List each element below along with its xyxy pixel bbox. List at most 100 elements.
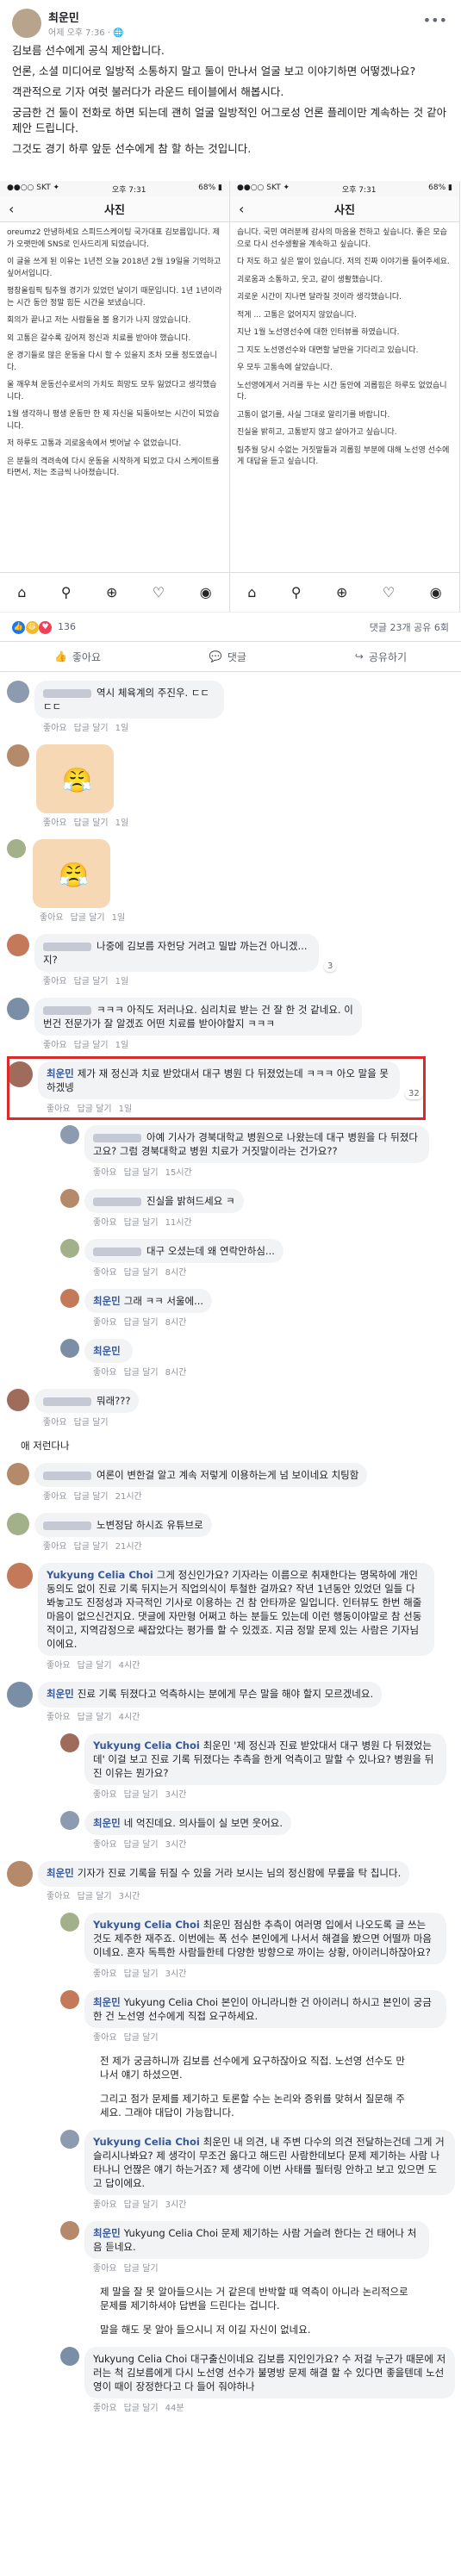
commenter-avatar[interactable] (60, 1289, 79, 1308)
commenter-name[interactable]: 최운민 (93, 1996, 121, 2008)
commenter-avatar[interactable] (60, 2347, 79, 2366)
commenter-avatar[interactable] (60, 1339, 79, 1358)
comment-reply-link[interactable]: 답글 달기 (124, 1368, 159, 1378)
heart-icon[interactable]: ♡ (383, 584, 395, 600)
commenter-avatar[interactable] (7, 681, 29, 703)
comment-reply-link[interactable]: 답글 달기 (78, 1661, 112, 1671)
comment-like-link[interactable]: 좋아요 (43, 818, 67, 828)
comment-bubble[interactable]: ㅋㅋㅋ 아직도 저러나요. 심리치료 받는 건 잘 한 것 같네요. 이번건 전… (34, 998, 362, 1036)
comment-bubble[interactable]: 최운민 그래 ㅋㅋ 서울에... (84, 1289, 213, 1313)
comment-bubble[interactable]: 제 말을 잘 못 알아들으시는 거 같은데 반박할 때 역측이 아니라 논리적으… (91, 2285, 419, 2312)
comment-bubble[interactable]: 애 저런다나 (12, 1439, 78, 1453)
commenter-avatar[interactable] (60, 1189, 79, 1208)
comment-bubble[interactable]: 여론이 변한걸 알고 계속 저렇게 이용하는게 넘 보이네요 치팅함 (34, 1463, 368, 1487)
comment-reply-link[interactable]: 답글 달기 (78, 1104, 112, 1114)
comment-reaction-count[interactable]: 32 (405, 1088, 423, 1099)
commenter-name[interactable]: 최운민 (93, 1817, 121, 1829)
commenter-avatar[interactable] (7, 1463, 29, 1485)
comment-reply-link[interactable]: 답글 달기 (74, 1542, 109, 1552)
comment-like-link[interactable]: 좋아요 (93, 2264, 117, 2274)
comment-like-link[interactable]: 좋아요 (93, 1168, 117, 1178)
comment-bubble[interactable]: Yukyung Celia Choi 그게 정신인가요? 기자라는 이름으로 취재… (38, 1563, 434, 1656)
commenter-avatar[interactable] (60, 2130, 79, 2149)
comment-bubble[interactable]: 역시 체육계의 주진우. ㄷㄷㄷㄷ (34, 681, 224, 719)
comment-bubble[interactable]: 그리고 점가 문제를 제기하고 토론할 수는 논리와 증위를 맞혀서 질문해 주… (91, 2092, 419, 2119)
comment-reply-link[interactable]: 답글 달기 (74, 818, 109, 828)
commenter-name[interactable]: Yukyung Celia Choi (93, 1739, 200, 1752)
comment-reply-link[interactable]: 답글 달기 (124, 2404, 159, 2413)
comment-bubble[interactable]: Yukyung Celia Choi 대구출신이네요 김보름 지인인가요? 수 … (84, 2347, 455, 2399)
comment-like-link[interactable]: 좋아요 (93, 1268, 117, 1278)
comment-like-link[interactable]: 좋아요 (43, 1418, 67, 1428)
commenter-name[interactable]: 최운민 (93, 1295, 121, 1307)
comment-like-link[interactable]: 좋아요 (93, 1368, 117, 1378)
commenter-name[interactable]: Yukyung Celia Choi (47, 1569, 153, 1581)
commenter-avatar[interactable] (7, 1061, 33, 1087)
comment-like-link[interactable]: 좋아요 (93, 1790, 117, 1800)
commenter-avatar[interactable] (60, 1125, 79, 1144)
comment-like-link[interactable]: 좋아요 (93, 1969, 117, 1979)
author-avatar[interactable] (12, 9, 41, 38)
commenter-avatar[interactable] (7, 1861, 33, 1887)
comment-like-link[interactable]: 좋아요 (47, 1104, 71, 1114)
comment-bubble[interactable]: 최운민 진료 기록 뒤졌다고 억측하시는 분에게 무슨 말을 해야 할지 모르겠네… (38, 1682, 383, 1708)
commenter-name[interactable]: Yukyung Celia Choi (93, 1919, 200, 1931)
screenshot-right[interactable]: ●●○○ SKT ✦ 오후 7:31 68% ▮ ‹ 사진 습니다. 국민 여러… (230, 181, 460, 612)
comment-reply-link[interactable]: 답글 달기 (124, 1790, 159, 1800)
commenter-name[interactable]: 최운민 (93, 2227, 121, 2239)
comment-bubble[interactable]: 나중에 김보름 자헌당 거려고 밀밥 까는건 아니겠...지? (34, 934, 319, 972)
sticker-image[interactable]: 😤 (33, 839, 110, 908)
comment-like-link[interactable]: 좋아요 (93, 1840, 117, 1850)
home-icon[interactable]: ⌂ (17, 584, 26, 600)
commenter-avatar[interactable] (7, 998, 29, 1020)
comment-like-link[interactable]: 좋아요 (47, 1892, 71, 1901)
comment-bubble[interactable]: 최운민 기자가 진료 기록을 뒤질 수 있을 거라 보시는 님의 정신함에 무릎을… (38, 1861, 410, 1887)
share-button[interactable]: ↪ 공유하기 (355, 650, 407, 664)
commenter-avatar[interactable] (60, 2221, 79, 2240)
comment-like-link[interactable]: 좋아요 (93, 2404, 117, 2413)
commenter-avatar[interactable] (60, 1811, 79, 1830)
more-options-icon[interactable]: ••• (423, 12, 447, 28)
search-icon[interactable]: ⚲ (291, 584, 302, 600)
comment-count[interactable]: 댓글 23개 (370, 622, 411, 633)
commenter-name[interactable]: Yukyung Celia Choi (93, 2136, 200, 2148)
comment-reply-link[interactable]: 답글 달기 (74, 1418, 109, 1428)
post-author[interactable]: 최운민 (48, 9, 124, 25)
comment-like-link[interactable]: 좋아요 (43, 1041, 67, 1050)
comment-bubble[interactable]: 말을 해도 못 알아 들으시니 저 이길 자신이 없네요. (91, 2323, 320, 2336)
sticker-image[interactable]: 😤 (36, 744, 114, 813)
comment-bubble[interactable]: 최운민 Yukyung Celia Choi 본인이 아니라니한 건 아이러니 하… (84, 1990, 446, 2028)
comment-bubble[interactable]: 최운민 (84, 1339, 133, 1363)
comment-bubble[interactable]: Yukyung Celia Choi 최운민 '제 정신과 진료 받았대서 대구 … (84, 1733, 446, 1785)
comment-button[interactable]: 💬 댓글 (209, 650, 246, 664)
home-icon[interactable]: ⌂ (247, 584, 256, 600)
commenter-avatar[interactable] (60, 1239, 79, 1258)
comment-reply-link[interactable]: 답글 달기 (124, 1969, 159, 1979)
commenter-avatar[interactable] (7, 839, 26, 858)
heart-icon[interactable]: ♡ (153, 584, 165, 600)
screenshot-left[interactable]: ●●○○ SKT ✦ 오후 7:31 68% ▮ ‹ 사진 oreumz2 안녕… (0, 181, 230, 612)
commenter-name[interactable]: 최운민 (47, 1867, 74, 1879)
comment-reply-link[interactable]: 답글 달기 (74, 977, 109, 986)
comment-reply-link[interactable]: 답글 달기 (124, 1268, 159, 1278)
comment-bubble[interactable]: 대구 오셨는데 왜 연락안하심... (84, 1239, 283, 1263)
search-icon[interactable]: ⚲ (61, 584, 72, 600)
commenter-name[interactable]: 최운민 (93, 1345, 121, 1357)
comment-reply-link[interactable]: 답글 달기 (74, 724, 109, 733)
comment-bubble[interactable]: 아예 기사가 경북대학교 병원으로 나왔는데 대구 병원을 다 뒤졌다고요? 그… (84, 1125, 429, 1163)
comment-bubble[interactable]: Yukyung Celia Choi 최운민 점심한 추측이 여러명 입에서 나오… (84, 1913, 446, 1964)
comment-like-link[interactable]: 좋아요 (40, 913, 64, 923)
like-button[interactable]: 👍 좋아요 (54, 650, 101, 664)
comment-reply-link[interactable]: 답글 달기 (124, 1218, 159, 1228)
comment-like-link[interactable]: 좋아요 (93, 1318, 117, 1328)
comment-like-link[interactable]: 좋아요 (93, 1218, 117, 1228)
commenter-avatar[interactable] (7, 1563, 33, 1589)
profile-icon[interactable]: ◉ (200, 584, 212, 600)
comment-reply-link[interactable]: 답글 달기 (74, 1492, 109, 1502)
comment-like-link[interactable]: 좋아요 (43, 977, 67, 986)
back-arrow-icon[interactable]: ‹ (239, 201, 244, 217)
commenter-avatar[interactable] (60, 1990, 79, 2009)
share-count[interactable]: 공유 6회 (414, 622, 449, 633)
comment-bubble[interactable]: 최운민 네 억진데요. 의사들이 실 보면 웃어요. (84, 1811, 292, 1835)
comment-like-link[interactable]: 좋아요 (93, 2033, 117, 2043)
